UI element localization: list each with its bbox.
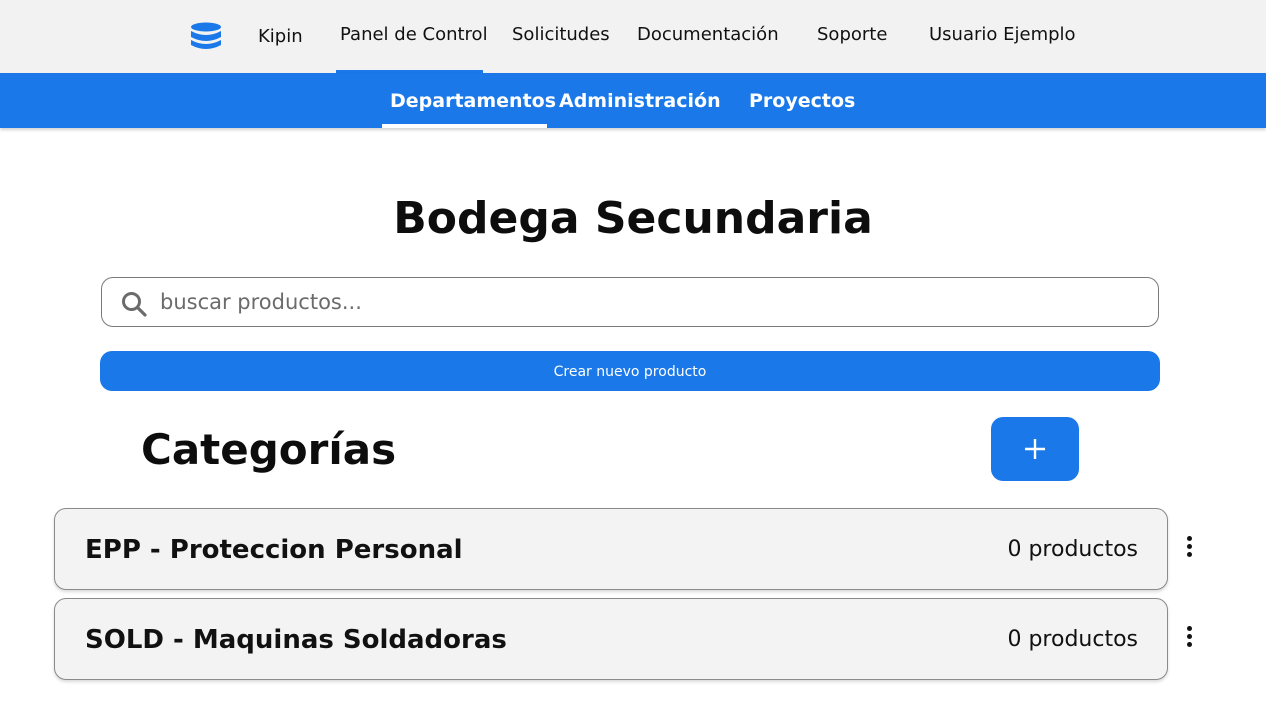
- nav-item-documentacion[interactable]: Documentación: [637, 24, 779, 46]
- nav-item-solicitudes[interactable]: Solicitudes: [512, 24, 610, 46]
- category-name: EPP - Proteccion Personal: [85, 535, 463, 565]
- top-navbar: Kipin Panel de Control Solicitudes Docum…: [0, 0, 1266, 73]
- sub-navbar: Departamentos Administración Proyectos: [0, 73, 1266, 128]
- nav-item-panel-de-control[interactable]: Panel de Control: [340, 24, 488, 46]
- search-icon: [122, 292, 147, 317]
- database-icon[interactable]: [190, 22, 222, 50]
- category-card[interactable]: EPP - Proteccion Personal 0 productos: [54, 508, 1168, 590]
- more-options-icon[interactable]: [1178, 623, 1200, 653]
- categories-title: Categorías: [141, 425, 397, 474]
- page-title: Bodega Secundaria: [393, 193, 873, 244]
- active-tab-indicator: [382, 124, 547, 128]
- tab-administracion[interactable]: Administración: [559, 90, 721, 112]
- search-box[interactable]: [101, 277, 1159, 327]
- brand-name[interactable]: Kipin: [258, 26, 303, 48]
- search-input[interactable]: [158, 284, 1138, 320]
- nav-item-usuario[interactable]: Usuario Ejemplo: [929, 24, 1076, 46]
- add-category-button[interactable]: [991, 417, 1079, 481]
- category-card[interactable]: SOLD - Maquinas Soldadoras 0 productos: [54, 598, 1168, 680]
- category-name: SOLD - Maquinas Soldadoras: [85, 625, 507, 655]
- more-options-icon[interactable]: [1178, 533, 1200, 563]
- tab-proyectos[interactable]: Proyectos: [749, 90, 855, 112]
- create-product-button[interactable]: Crear nuevo producto: [100, 351, 1160, 391]
- plus-icon: [1025, 439, 1045, 459]
- category-product-count: 0 productos: [1007, 537, 1138, 562]
- tab-departamentos[interactable]: Departamentos: [390, 90, 556, 112]
- nav-item-soporte[interactable]: Soporte: [817, 24, 887, 46]
- category-product-count: 0 productos: [1007, 627, 1138, 652]
